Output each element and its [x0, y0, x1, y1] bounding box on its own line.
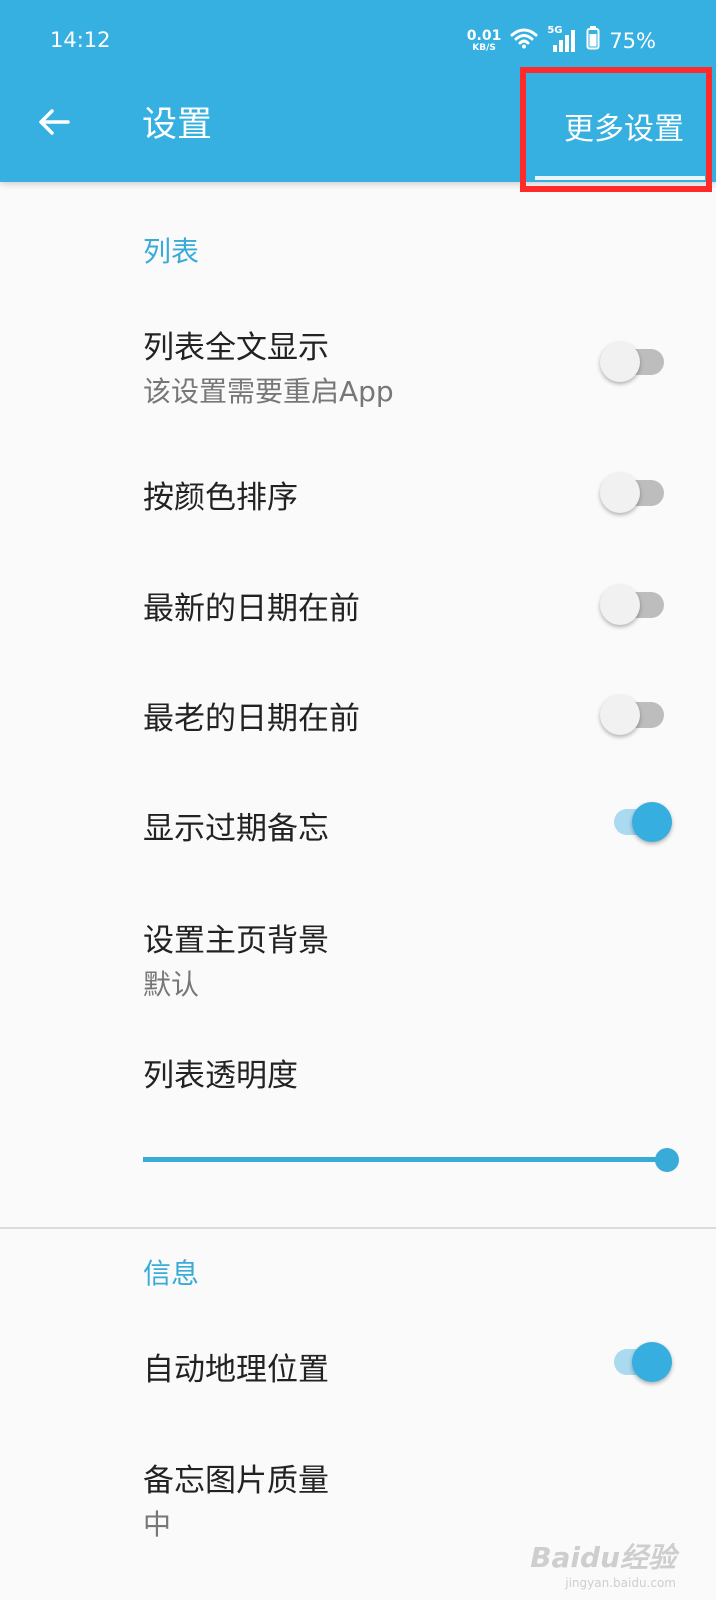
wifi-icon: [510, 27, 538, 54]
baidu-watermark: Baidu经验 jingyan.baidu.com: [530, 1536, 676, 1590]
setting-row-sort-color[interactable]: 按颜色排序: [0, 440, 716, 550]
setting-title: 按颜色排序: [143, 480, 298, 516]
net-speed-value: 0.01: [466, 27, 502, 44]
setting-subtitle: 默认: [143, 968, 200, 1001]
section-divider: [0, 1227, 716, 1229]
setting-row-full-text[interactable]: 列表全文显示 该设置需要重启App: [0, 300, 716, 428]
setting-title: 显示过期备忘: [143, 811, 329, 847]
status-icons: 0.01 KB/S 5G 75%: [467, 25, 656, 55]
oldest-first-switch[interactable]: [600, 693, 666, 737]
transparency-slider[interactable]: [143, 1140, 679, 1180]
setting-title: 备忘图片质量: [143, 1463, 329, 1499]
slider-knob[interactable]: [655, 1148, 679, 1172]
setting-title: 最新的日期在前: [143, 591, 360, 627]
setting-row-auto-location[interactable]: 自动地理位置: [0, 1318, 716, 1428]
sort-color-switch[interactable]: [600, 471, 666, 515]
signal-icon: 5G: [547, 25, 577, 53]
more-settings-button[interactable]: 更多设置: [537, 100, 707, 152]
battery-icon: [586, 26, 600, 55]
status-time: 14:12: [50, 28, 111, 52]
back-button[interactable]: [30, 100, 78, 148]
setting-subtitle: 该设置需要重启App: [143, 375, 394, 408]
slider-fill: [143, 1157, 667, 1162]
battery-percent: 75%: [609, 28, 656, 53]
section-header-info: 信息: [143, 1257, 200, 1290]
setting-row-home-background[interactable]: 设置主页背景 默认: [0, 895, 716, 1015]
setting-title: 自动地理位置: [143, 1352, 329, 1388]
setting-subtitle: 中: [143, 1508, 172, 1541]
section-header-list: 列表: [143, 235, 200, 268]
setting-title: 列表全文显示: [143, 330, 329, 366]
auto-location-switch[interactable]: [600, 1340, 672, 1384]
watermark-site: jingyan.baidu.com: [565, 1576, 676, 1590]
show-expired-switch[interactable]: [600, 800, 672, 844]
arrow-left-icon: [37, 107, 71, 141]
app-bar: 14:12 0.01 KB/S 5G 75% 设置 更多设置: [0, 0, 716, 182]
setting-row-list-transparency: 列表透明度: [0, 1030, 716, 1110]
setting-row-oldest-first[interactable]: 最老的日期在前: [0, 665, 716, 775]
newest-first-switch[interactable]: [600, 583, 666, 627]
watermark-brand: Baidu经验: [530, 1541, 676, 1574]
net-speed: 0.01 KB/S: [467, 29, 502, 53]
net-speed-unit: KB/S: [472, 42, 496, 53]
setting-title: 最老的日期在前: [143, 701, 360, 737]
full-text-switch[interactable]: [600, 340, 666, 384]
page-title: 设置: [142, 105, 213, 145]
setting-row-newest-first[interactable]: 最新的日期在前: [0, 555, 716, 665]
setting-title: 列表透明度: [143, 1058, 298, 1094]
setting-title: 设置主页背景: [143, 923, 329, 959]
setting-row-show-expired[interactable]: 显示过期备忘: [0, 778, 716, 888]
highlight-underline: [535, 176, 705, 180]
